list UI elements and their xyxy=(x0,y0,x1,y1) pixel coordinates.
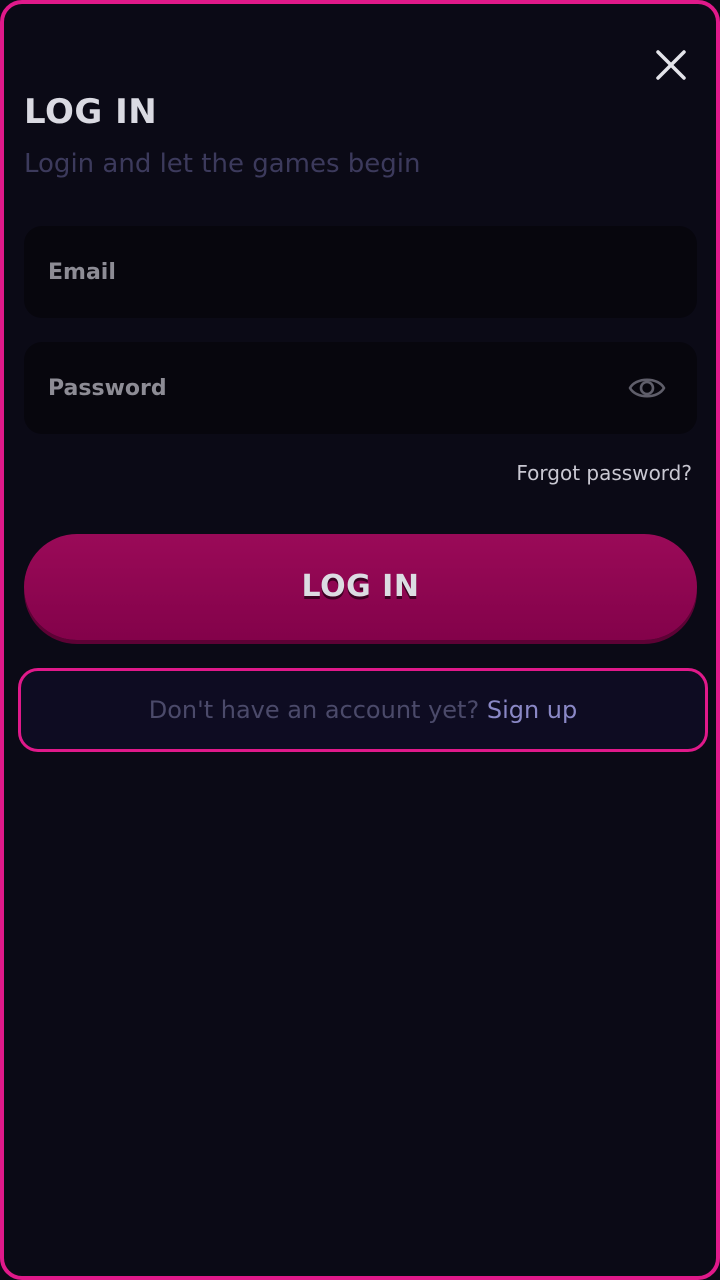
email-field-container xyxy=(24,226,697,318)
signup-prompt-box: Don't have an account yet? Sign up xyxy=(18,668,708,752)
page-title: LOG IN xyxy=(24,92,158,132)
show-password-toggle[interactable] xyxy=(627,370,667,406)
login-button-label: LOG IN xyxy=(301,569,420,604)
login-modal: LOG IN Login and let the games begin For… xyxy=(0,0,720,1280)
eye-icon xyxy=(628,378,666,398)
page-subtitle: Login and let the games begin xyxy=(24,149,421,179)
signup-prompt-text: Don't have an account yet? xyxy=(148,696,480,724)
signup-link[interactable]: Sign up xyxy=(487,696,577,724)
email-field[interactable] xyxy=(24,226,697,318)
forgot-password-link[interactable]: Forgot password? xyxy=(516,458,692,488)
password-field[interactable] xyxy=(24,342,697,434)
login-button[interactable]: LOG IN xyxy=(24,534,697,640)
close-button[interactable] xyxy=(650,44,692,86)
password-field-container xyxy=(24,342,697,434)
close-icon xyxy=(656,50,686,80)
